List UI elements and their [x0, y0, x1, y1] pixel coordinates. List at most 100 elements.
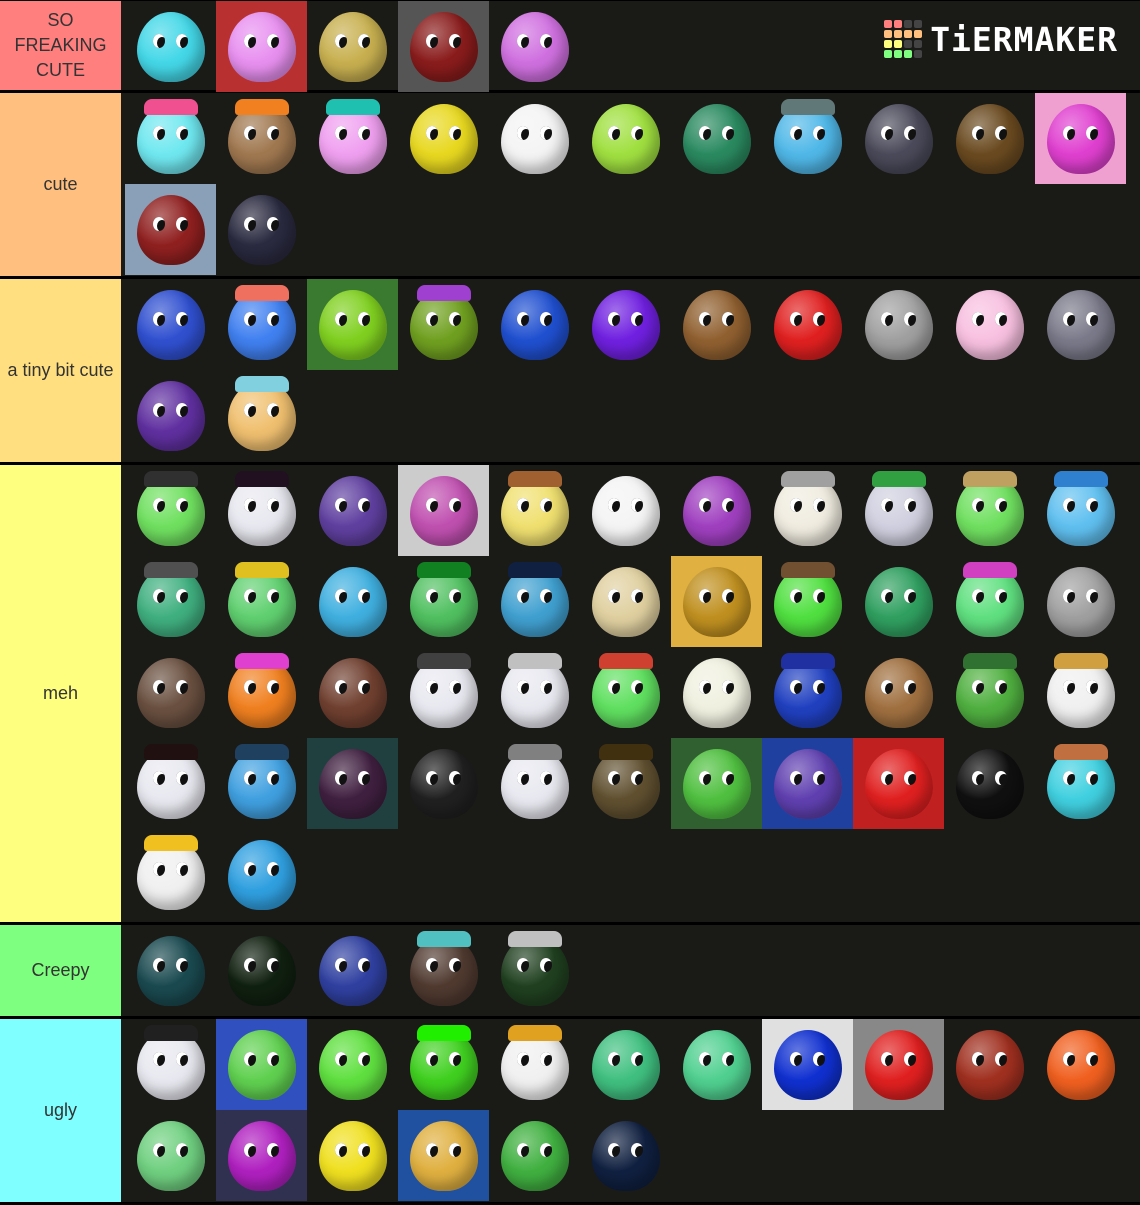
tier-item[interactable] — [489, 647, 580, 738]
tier-item[interactable] — [671, 556, 762, 647]
tier-item[interactable] — [307, 1, 398, 92]
tier-item[interactable] — [489, 465, 580, 556]
tier-item[interactable] — [398, 465, 489, 556]
tier-item[interactable] — [216, 279, 307, 370]
tier-item[interactable] — [307, 738, 398, 829]
tier-item[interactable] — [580, 279, 671, 370]
tier-item[interactable] — [125, 184, 216, 275]
tier-item[interactable] — [1035, 279, 1126, 370]
tier-item[interactable] — [125, 465, 216, 556]
tier-item[interactable] — [489, 279, 580, 370]
tier-item[interactable] — [216, 93, 307, 184]
tier-item[interactable] — [125, 370, 216, 461]
tier-label[interactable]: ugly — [0, 1019, 123, 1202]
tier-item[interactable] — [398, 1110, 489, 1201]
tier-item[interactable] — [489, 1, 580, 92]
tier-item[interactable] — [853, 465, 944, 556]
tier-item[interactable] — [216, 1110, 307, 1201]
tier-item[interactable] — [125, 738, 216, 829]
tier-item[interactable] — [762, 556, 853, 647]
tier-item[interactable] — [125, 647, 216, 738]
tier-item[interactable] — [307, 647, 398, 738]
tier-item[interactable] — [489, 1019, 580, 1110]
tier-item[interactable] — [944, 556, 1035, 647]
tier-item[interactable] — [216, 556, 307, 647]
tier-item[interactable] — [489, 925, 580, 1016]
tier-item[interactable] — [398, 647, 489, 738]
tier-label[interactable]: meh — [0, 465, 123, 922]
tier-label[interactable]: cute — [0, 93, 123, 276]
tier-item[interactable] — [216, 465, 307, 556]
tier-label[interactable]: SO FREAKING CUTE — [0, 1, 123, 90]
tier-item[interactable] — [489, 738, 580, 829]
tier-item[interactable] — [762, 279, 853, 370]
tier-item[interactable] — [853, 1019, 944, 1110]
tier-item[interactable] — [125, 1019, 216, 1110]
tier-item[interactable] — [853, 93, 944, 184]
tier-item[interactable] — [125, 279, 216, 370]
tier-item[interactable] — [580, 93, 671, 184]
tier-item[interactable] — [671, 647, 762, 738]
tier-item[interactable] — [125, 1, 216, 92]
tier-item[interactable] — [216, 370, 307, 461]
tier-item[interactable] — [944, 738, 1035, 829]
tier-item[interactable] — [1035, 465, 1126, 556]
tier-item[interactable] — [489, 93, 580, 184]
tier-item[interactable] — [125, 556, 216, 647]
tier-item[interactable] — [671, 1019, 762, 1110]
tier-item[interactable] — [398, 279, 489, 370]
tier-item[interactable] — [671, 93, 762, 184]
tier-item[interactable] — [1035, 556, 1126, 647]
tier-item[interactable] — [1035, 647, 1126, 738]
tier-item[interactable] — [944, 93, 1035, 184]
tier-item[interactable] — [216, 1019, 307, 1110]
tier-item[interactable] — [944, 465, 1035, 556]
tier-item[interactable] — [398, 1, 489, 92]
tier-item[interactable] — [307, 925, 398, 1016]
tier-label[interactable]: Creepy — [0, 925, 123, 1016]
tier-item[interactable] — [489, 556, 580, 647]
tier-item[interactable] — [125, 829, 216, 920]
tier-item[interactable] — [580, 465, 671, 556]
tier-item[interactable] — [216, 184, 307, 275]
tier-item[interactable] — [671, 279, 762, 370]
tier-item[interactable] — [307, 556, 398, 647]
tier-item[interactable] — [125, 93, 216, 184]
tier-item[interactable] — [580, 738, 671, 829]
tier-item[interactable] — [216, 1, 307, 92]
tier-item[interactable] — [580, 1110, 671, 1201]
tier-item[interactable] — [853, 647, 944, 738]
tier-item[interactable] — [580, 1019, 671, 1110]
tier-item[interactable] — [307, 465, 398, 556]
tier-item[interactable] — [762, 647, 853, 738]
tier-item[interactable] — [1035, 1019, 1126, 1110]
tier-item[interactable] — [671, 465, 762, 556]
tier-item[interactable] — [398, 93, 489, 184]
tier-item[interactable] — [216, 925, 307, 1016]
tier-item[interactable] — [216, 738, 307, 829]
tier-item[interactable] — [853, 738, 944, 829]
tier-item[interactable] — [1035, 738, 1126, 829]
tier-item[interactable] — [944, 647, 1035, 738]
tier-item[interactable] — [398, 738, 489, 829]
tier-item[interactable] — [398, 556, 489, 647]
tier-item[interactable] — [944, 279, 1035, 370]
tier-item[interactable] — [398, 925, 489, 1016]
tier-item[interactable] — [580, 647, 671, 738]
tier-item[interactable] — [489, 1110, 580, 1201]
tier-item[interactable] — [216, 829, 307, 920]
tier-item[interactable] — [853, 556, 944, 647]
tier-item[interactable] — [762, 465, 853, 556]
tier-item[interactable] — [671, 738, 762, 829]
tier-item[interactable] — [307, 279, 398, 370]
tier-item[interactable] — [853, 279, 944, 370]
tier-item[interactable] — [216, 647, 307, 738]
tier-item[interactable] — [125, 1110, 216, 1201]
tier-item[interactable] — [762, 1019, 853, 1110]
tier-item[interactable] — [398, 1019, 489, 1110]
tier-label[interactable]: a tiny bit cute — [0, 279, 123, 462]
tier-item[interactable] — [580, 556, 671, 647]
tier-item[interactable] — [307, 93, 398, 184]
tier-item[interactable] — [762, 93, 853, 184]
tier-item[interactable] — [1035, 93, 1126, 184]
